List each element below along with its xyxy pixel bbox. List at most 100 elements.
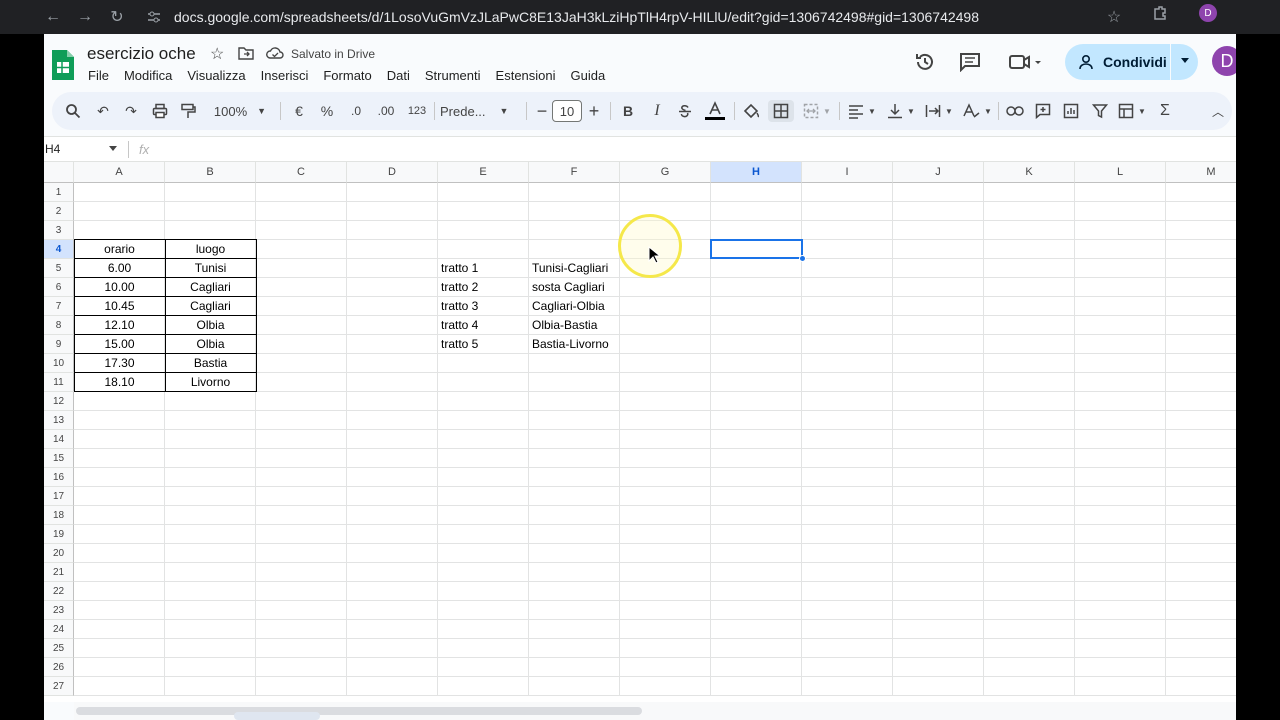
cell-l16[interactable] — [1075, 468, 1166, 487]
decrease-decimal-button[interactable]: .0 — [344, 100, 368, 122]
row-header-25[interactable]: 25 — [44, 639, 74, 658]
cell-i2[interactable] — [802, 202, 893, 221]
cell-k18[interactable] — [984, 506, 1075, 525]
cell-j16[interactable] — [893, 468, 984, 487]
cell-m4[interactable] — [1166, 240, 1236, 259]
cell-d25[interactable] — [347, 639, 438, 658]
cell-j4[interactable] — [893, 240, 984, 259]
menu-modifica[interactable]: Modifica — [124, 68, 172, 83]
cell-e17[interactable] — [438, 487, 529, 506]
cell-a18[interactable] — [74, 506, 165, 525]
name-box-chevron-icon[interactable] — [109, 146, 117, 151]
browser-profile-avatar[interactable]: D — [1199, 4, 1217, 22]
row-header-11[interactable]: 11 — [44, 373, 74, 392]
cell-b19[interactable] — [165, 525, 256, 544]
cell-a2[interactable] — [74, 202, 165, 221]
cell-e22[interactable] — [438, 582, 529, 601]
font-family-select[interactable]: Prede... ▼ — [440, 100, 520, 122]
cell-m16[interactable] — [1166, 468, 1236, 487]
cell-i6[interactable] — [802, 278, 893, 297]
cell-a17[interactable] — [74, 487, 165, 506]
column-header-l[interactable]: L — [1075, 162, 1166, 183]
cell-c4[interactable] — [256, 240, 347, 259]
cell-b21[interactable] — [165, 563, 256, 582]
print-icon[interactable] — [149, 100, 171, 122]
cell-g19[interactable] — [620, 525, 711, 544]
cell-e11[interactable] — [438, 373, 529, 392]
cell-c13[interactable] — [256, 411, 347, 430]
menu-formato[interactable]: Formato — [323, 68, 371, 83]
selected-cell-outline[interactable] — [710, 239, 803, 259]
cell-k4[interactable] — [984, 240, 1075, 259]
zoom-select[interactable]: 100% ▼ — [210, 100, 270, 122]
cell-g18[interactable] — [620, 506, 711, 525]
cell-i10[interactable] — [802, 354, 893, 373]
cell-m14[interactable] — [1166, 430, 1236, 449]
cell-h18[interactable] — [711, 506, 802, 525]
cell-j21[interactable] — [893, 563, 984, 582]
cell-g22[interactable] — [620, 582, 711, 601]
cell-j9[interactable] — [893, 335, 984, 354]
cell-m12[interactable] — [1166, 392, 1236, 411]
cell-c26[interactable] — [256, 658, 347, 677]
cell-i14[interactable] — [802, 430, 893, 449]
cell-d1[interactable] — [347, 183, 438, 202]
cell-j10[interactable] — [893, 354, 984, 373]
cell-k17[interactable] — [984, 487, 1075, 506]
cell-f26[interactable] — [529, 658, 620, 677]
cell-f20[interactable] — [529, 544, 620, 563]
cell-d14[interactable] — [347, 430, 438, 449]
cell-m8[interactable] — [1166, 316, 1236, 335]
cell-f16[interactable] — [529, 468, 620, 487]
cell-d24[interactable] — [347, 620, 438, 639]
cell-j19[interactable] — [893, 525, 984, 544]
bold-button[interactable]: B — [617, 100, 639, 122]
reload-icon[interactable]: ↻ — [104, 4, 130, 30]
cell-k25[interactable] — [984, 639, 1075, 658]
row-header-15[interactable]: 15 — [44, 449, 74, 468]
cell-g25[interactable] — [620, 639, 711, 658]
font-size-input[interactable]: 10 — [552, 100, 582, 122]
cell-j3[interactable] — [893, 221, 984, 240]
cell-i3[interactable] — [802, 221, 893, 240]
cell-c23[interactable] — [256, 601, 347, 620]
cell-e12[interactable] — [438, 392, 529, 411]
account-avatar[interactable]: D — [1212, 46, 1236, 76]
column-header-a[interactable]: A — [74, 162, 165, 183]
cell-c27[interactable] — [256, 677, 347, 696]
cell-b25[interactable] — [165, 639, 256, 658]
cell-l19[interactable] — [1075, 525, 1166, 544]
row-header-24[interactable]: 24 — [44, 620, 74, 639]
cell-a3[interactable] — [74, 221, 165, 240]
column-header-j[interactable]: J — [893, 162, 984, 183]
cell-j24[interactable] — [893, 620, 984, 639]
cell-i24[interactable] — [802, 620, 893, 639]
cell-d22[interactable] — [347, 582, 438, 601]
cell-f13[interactable] — [529, 411, 620, 430]
sheets-logo-icon[interactable] — [50, 48, 76, 82]
cell-m6[interactable] — [1166, 278, 1236, 297]
cell-g27[interactable] — [620, 677, 711, 696]
cell-b24[interactable] — [165, 620, 256, 639]
column-header-b[interactable]: B — [165, 162, 256, 183]
row-header-8[interactable]: 8 — [44, 316, 74, 335]
cell-k16[interactable] — [984, 468, 1075, 487]
cell-j15[interactable] — [893, 449, 984, 468]
cell-j17[interactable] — [893, 487, 984, 506]
cell-a22[interactable] — [74, 582, 165, 601]
cell-l11[interactable] — [1075, 373, 1166, 392]
cell-l3[interactable] — [1075, 221, 1166, 240]
move-to-folder-icon[interactable] — [238, 46, 254, 60]
menu-visualizza[interactable]: Visualizza — [187, 68, 245, 83]
cell-c20[interactable] — [256, 544, 347, 563]
cell-e27[interactable] — [438, 677, 529, 696]
cell-k12[interactable] — [984, 392, 1075, 411]
cell-f11[interactable] — [529, 373, 620, 392]
cell-j6[interactable] — [893, 278, 984, 297]
cell-k8[interactable] — [984, 316, 1075, 335]
currency-format-button[interactable]: € — [288, 100, 310, 122]
cell-h24[interactable] — [711, 620, 802, 639]
cell-d10[interactable] — [347, 354, 438, 373]
cell-l12[interactable] — [1075, 392, 1166, 411]
cell-c8[interactable] — [256, 316, 347, 335]
